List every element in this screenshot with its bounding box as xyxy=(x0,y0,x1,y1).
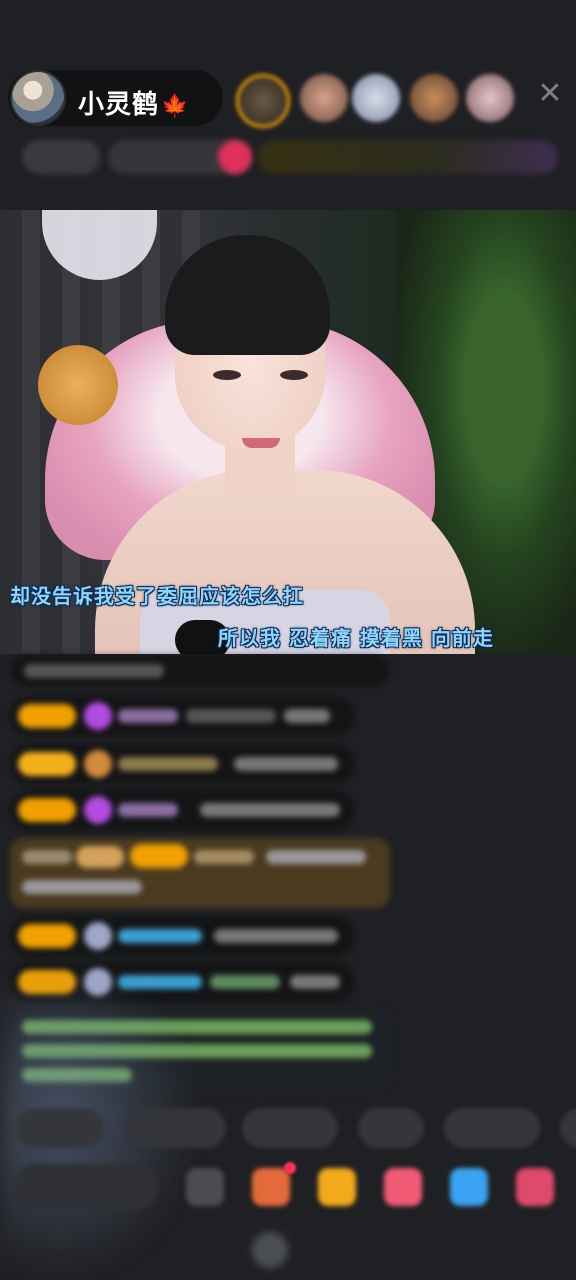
live-badges-row xyxy=(0,136,576,180)
chat-message-highlight xyxy=(10,838,390,908)
level-badge xyxy=(18,704,76,728)
banner-chip[interactable] xyxy=(258,140,558,174)
live-video[interactable]: 却没告诉我受了委屈应该怎么扛 所以我 忍着痛 摸着黑 向前走 xyxy=(0,210,576,654)
viewer-avatar-3[interactable] xyxy=(352,74,400,122)
level-badge xyxy=(18,924,76,948)
subtitle-line-1: 却没告诉我受了委屈应该怎么扛 xyxy=(10,584,304,608)
game-controller-icon[interactable] xyxy=(450,1168,488,1206)
chat-message xyxy=(10,916,355,956)
gift-box-icon[interactable] xyxy=(252,1168,290,1206)
level-badge xyxy=(18,798,76,822)
viewer-avatar-5[interactable] xyxy=(466,74,514,122)
level-badge xyxy=(130,844,188,868)
chat-input[interactable] xyxy=(14,1164,159,1210)
close-icon[interactable]: ✕ xyxy=(536,79,564,109)
avatar-icon xyxy=(84,750,112,778)
home-indicator xyxy=(252,1232,288,1268)
quick-reply-6[interactable] xyxy=(560,1108,576,1148)
avatar-icon xyxy=(84,922,112,950)
quick-reply-3[interactable] xyxy=(242,1108,338,1148)
host-name-text: 小灵鹤 xyxy=(78,90,160,120)
rank-chip[interactable] xyxy=(22,140,100,174)
hongbao-icon[interactable] xyxy=(384,1168,422,1206)
viewer-avatar-4[interactable] xyxy=(410,74,458,122)
emoji-icon[interactable] xyxy=(186,1168,224,1206)
gift-icon[interactable] xyxy=(516,1168,554,1206)
chat-message xyxy=(10,696,355,736)
subtitle-line-2: 所以我 忍着痛 摸着黑 向前走 xyxy=(218,626,494,650)
viewer-avatar-2[interactable] xyxy=(300,74,348,122)
quick-reply-5[interactable] xyxy=(444,1108,540,1148)
quick-reply-1[interactable] xyxy=(16,1108,104,1148)
host-avatar[interactable] xyxy=(10,70,66,126)
level-badge xyxy=(18,752,76,776)
plush-toy xyxy=(38,345,118,425)
quick-reply-2[interactable] xyxy=(126,1108,226,1148)
chat-message xyxy=(10,790,355,830)
quick-reply-4[interactable] xyxy=(358,1108,424,1148)
host-name[interactable]: 小灵鹤🍁 xyxy=(78,84,189,121)
quick-reply-row xyxy=(0,1106,576,1152)
bottom-toolbar xyxy=(0,1160,576,1216)
red-packet-icon[interactable] xyxy=(318,1168,356,1206)
diamond-icon xyxy=(84,796,112,824)
chat-message xyxy=(10,654,390,686)
maple-leaf-icon: 🍁 xyxy=(161,94,190,119)
notification-dot xyxy=(284,1162,296,1174)
chat-message xyxy=(10,744,355,784)
viewer-avatar-1[interactable] xyxy=(236,74,290,128)
diamond-icon xyxy=(84,702,112,730)
red-gift-icon[interactable] xyxy=(218,140,252,174)
